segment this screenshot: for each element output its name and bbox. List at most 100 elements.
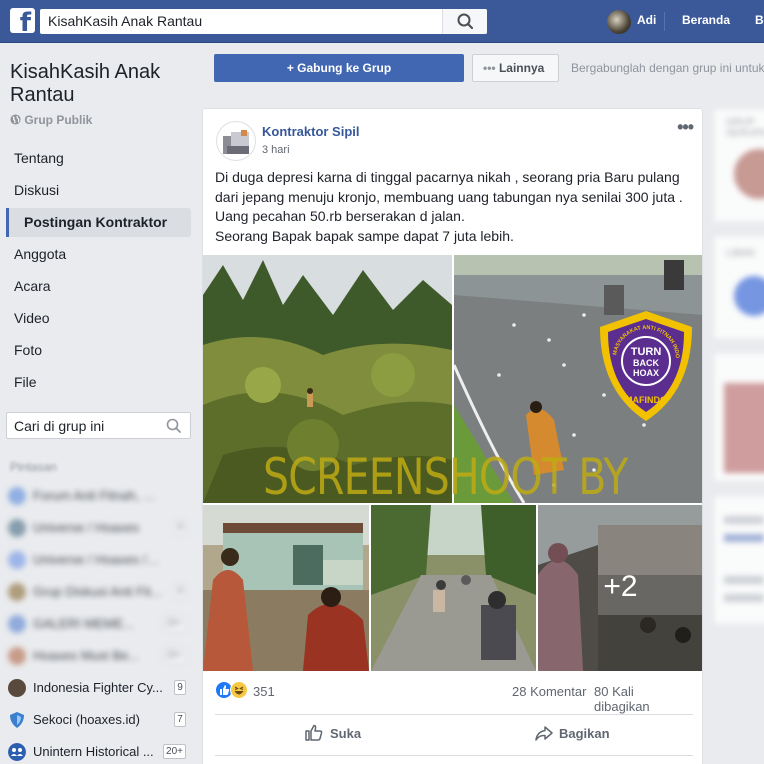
globe-icon [10,114,21,125]
top-navigation-bar: f KisahKasih Anak Rantau Adi Beranda B [0,0,764,43]
nav-link-partial[interactable]: B [755,13,764,27]
nav-item-file[interactable]: File [6,368,191,397]
shortcut-count: 9 [174,680,186,695]
search-bar[interactable]: KisahKasih Anak Rantau [40,9,487,34]
home-link[interactable]: Beranda [682,13,730,27]
share-button[interactable]: Bagikan [559,726,610,741]
shortcut-label: Sekoci (hoaxes.id) [33,712,140,727]
svg-text:MAFINDO: MAFINDO [625,395,667,405]
shortcut-count: 9 [174,520,186,535]
post-body: Di duga depresi karna di tinggal pacarny… [215,168,695,246]
post-text-line: Uang pecahan 50.rb berserakan d jalan. [215,208,465,224]
shortcut-label: Indonesia Fighter Cy... [33,680,163,695]
shortcut-count: 20+ [163,616,186,631]
svg-text:HOAX: HOAX [633,368,659,378]
street-scene-image [371,505,536,671]
shield-icon [10,712,24,728]
post-timestamp[interactable]: 3 hari [262,144,290,156]
post-options-icon[interactable]: ••• [677,117,694,138]
search-icon [457,13,474,30]
nav-item-acara[interactable]: Acara [6,272,191,301]
more-photos-overlay[interactable]: +2 [538,505,702,671]
shortcut-item[interactable]: Forum Anti Fitnah, Has... [8,486,188,506]
shortcut-item[interactable]: Universe / Hoaxes 9 [8,518,188,538]
post-author[interactable]: Kontraktor Sipil [262,124,360,139]
shortcut-label: Universe / Hoaxes [33,520,140,535]
facebook-logo-icon[interactable]: f [10,8,35,33]
svg-text:BACK: BACK [633,358,659,368]
shortcut-count: 20+ [163,648,186,663]
shortcut-item[interactable]: GALERI MEME... 20+ [8,614,188,634]
post-stats: 351 28 Komentar 80 Kali dibagikan [215,679,693,714]
shortcut-label: Unintern Historical ... [33,744,154,759]
more-options-button[interactable]: ••• Lainnya [472,54,559,82]
group-privacy: Grup Publik [10,113,92,127]
nav-item-foto[interactable]: Foto [6,336,191,365]
suggested-card-image[interactable] [734,276,764,316]
placeholder-line [724,534,764,542]
nav-item-video[interactable]: Video [6,304,191,333]
share-icon[interactable] [534,723,554,743]
more-dots-icon: ••• [483,61,496,75]
nav-item-anggota[interactable]: Anggota [6,240,191,269]
divider [215,755,693,756]
divider [215,714,693,715]
join-group-button[interactable]: + Gabung ke Grup [214,54,464,82]
group-icon [8,583,26,601]
placeholder-line [724,594,764,602]
shortcut-item[interactable]: Unintern Historical ... 20+ [8,742,188,762]
shortcut-label: Hoaxes Must Be... [33,648,140,663]
search-input[interactable]: KisahKasih Anak Rantau [48,13,202,29]
shortcut-label: Grup Diskusi Anti Fit... [33,584,162,599]
post-photo-village[interactable] [203,505,369,671]
divider [664,12,665,31]
suggested-group-image[interactable] [734,149,764,199]
user-avatar[interactable] [607,10,631,34]
author-avatar[interactable] [216,121,256,161]
shortcut-item[interactable]: Indonesia Fighter Cy... 9 [8,678,188,698]
shortcut-label: Universe / Hoaxes / Fo... [33,552,163,567]
suggested-card-text [713,495,764,625]
shortcut-item[interactable]: Sekoci (hoaxes.id) 7 [8,710,188,730]
left-sidebar: KisahKasih Anak Rantau Grup Publik Tenta… [0,43,202,764]
share-count[interactable]: 80 Kali dibagikan [594,684,693,714]
suggested-groups-label: GRUP SERUPA [726,117,764,139]
nav-item-tentang[interactable]: Tentang [6,144,191,173]
join-invitation-text: Bergabunglah dengan grup ini untuk [571,61,764,75]
group-search-placeholder: Cari di grup ini [14,418,105,434]
group-privacy-label: Grup Publik [24,113,93,127]
post-photo-street[interactable] [371,505,536,671]
like-button[interactable]: Suka [330,726,361,741]
group-search-field[interactable]: Cari di grup ini [6,412,191,439]
watermark-text: SCREENSHOOT BY [263,448,628,506]
nav-item-diskusi[interactable]: Diskusi [6,176,191,205]
shortcut-item[interactable]: Grup Diskusi Anti Fit... 9 [8,582,188,602]
suggested-card: LIBAN [713,235,764,340]
post-text-line: dari jepang menuju kronjo, membuang uang… [215,188,683,205]
suggested-groups-card: GRUP SERUPA [713,108,764,223]
shortcut-item[interactable]: Universe / Hoaxes / Fo... [8,550,188,570]
mafindo-badge-icon: TURN BACK HOAX MAFINDO MASYARAKAT ANTI F… [596,309,692,421]
search-icon[interactable] [166,418,182,434]
shortcut-label: Forum Anti Fitnah, Has... [33,488,163,503]
group-people-icon [8,743,26,761]
group-icon [8,679,26,697]
nav-item-postingan-kontraktor[interactable]: Postingan Kontraktor [6,208,191,237]
haha-reaction-icon[interactable] [230,681,248,699]
search-button[interactable] [442,9,487,34]
reaction-count[interactable]: 351 [253,684,275,699]
post-text-line: Seorang Bapak bapak sampe dapat 7 juta l… [215,227,514,244]
suggested-card-photo [713,352,764,482]
post-card: Kontraktor Sipil 3 hari ••• Di duga depr… [202,108,703,764]
suggested-card-image[interactable] [724,383,764,473]
comment-count[interactable]: 28 Komentar [512,684,586,699]
shortcut-item[interactable]: Hoaxes Must Be... 20+ [8,646,188,666]
post-text-line: Di duga depresi karna di tinggal pacarny… [215,169,680,185]
group-icon [8,615,26,633]
profile-link[interactable]: Adi [637,13,656,27]
shortcut-count: 20+ [163,744,186,759]
like-icon[interactable] [304,723,324,743]
group-title[interactable]: KisahKasih Anak Rantau [10,61,195,107]
post-photo-more[interactable]: +2 [538,505,702,671]
suggested-card-label: LIBAN [726,248,755,259]
